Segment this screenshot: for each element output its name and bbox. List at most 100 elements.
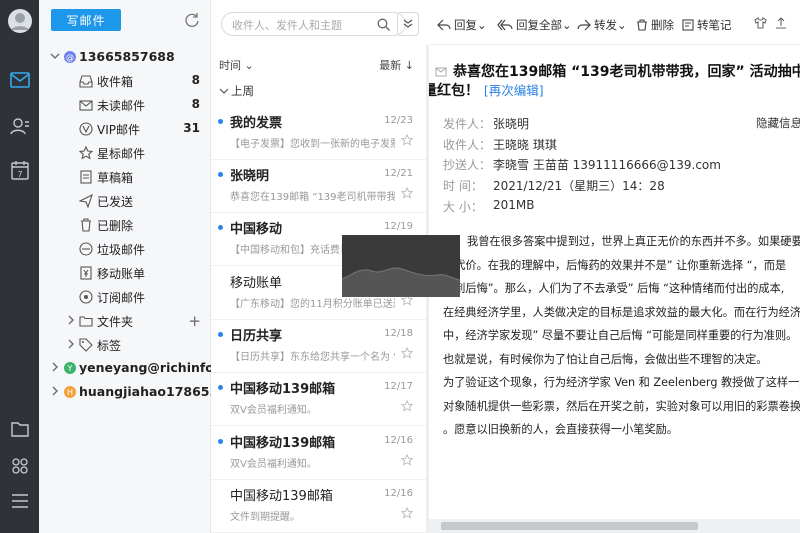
message-preview: 双V会员福利通知。 xyxy=(230,405,317,416)
menu-icon[interactable] xyxy=(0,490,39,512)
folder-label: 星标邮件 xyxy=(97,147,146,161)
reply-all-button[interactable]: 回复全部 ⌄ xyxy=(497,17,572,33)
message-date: 12/16 xyxy=(384,435,413,446)
account-label: yeneyang@richinfo... xyxy=(79,360,229,375)
star-icon[interactable] xyxy=(400,133,414,146)
account-badge-icon: @ xyxy=(64,51,76,63)
bill-icon xyxy=(79,266,93,280)
subscribe-icon xyxy=(79,290,93,304)
message-date: 12/18 xyxy=(384,328,413,339)
folder-label: 订阅邮件 xyxy=(97,291,146,305)
svg-text:7: 7 xyxy=(17,170,22,179)
folder-label: 标签 xyxy=(97,339,122,353)
spam-icon xyxy=(79,242,93,256)
star-icon[interactable] xyxy=(400,346,414,359)
forward-button[interactable]: 转发 ⌄ xyxy=(577,17,627,33)
star-icon xyxy=(78,145,94,160)
folder-vip[interactable]: VIP邮件 31 xyxy=(39,117,211,141)
message-sender: 张晓明 xyxy=(230,169,270,184)
forward-icon xyxy=(577,19,591,31)
compose-button[interactable]: 写邮件 xyxy=(51,9,121,31)
star-icon[interactable] xyxy=(400,399,414,412)
message-preview: 【广东移动】您的11月积分账单已送达 xyxy=(230,299,395,310)
draft-icon xyxy=(79,170,93,184)
mail-icon[interactable] xyxy=(0,68,39,92)
account-badge-icon: Y xyxy=(64,362,76,374)
folder-deleted[interactable]: 已删除 xyxy=(39,213,211,237)
search-icon[interactable] xyxy=(377,18,390,31)
folder-starred[interactable]: 星标邮件 xyxy=(39,141,211,165)
message-sender: 日历共享 xyxy=(230,329,283,344)
unread-dot-icon xyxy=(218,439,223,444)
message-row[interactable]: 中国移动139邮箱 12/17 双V会员福利通知。 xyxy=(211,373,426,426)
chevron-right-icon[interactable] xyxy=(65,338,77,350)
message-row[interactable]: 张晓明 12/21 恭喜您在139邮箱 “139老司机带带我 xyxy=(211,160,426,213)
double-chevron-down-icon xyxy=(403,19,413,28)
unread-icon xyxy=(79,98,93,112)
unread-dot-icon xyxy=(218,385,223,390)
upload-icon[interactable] xyxy=(775,17,790,29)
message-row[interactable]: 中国移动139邮箱 12/16 双V会员福利通知。 xyxy=(211,427,426,480)
unread-count: 8 xyxy=(191,73,200,87)
chevron-right-icon[interactable] xyxy=(49,385,61,397)
account-tertiary[interactable]: H huangjiahao17865... xyxy=(39,380,224,404)
refresh-icon[interactable] xyxy=(184,12,200,28)
reply-all-icon xyxy=(497,19,513,31)
folder-tags[interactable]: 标签 xyxy=(39,333,211,357)
folder-inbox[interactable]: 收件箱 8 xyxy=(39,69,211,93)
account-primary[interactable]: @ 13665857688 xyxy=(39,45,211,69)
body-line: 在经典经济学里，人类做决定的目标是追求效益的最大化。而在行为经济学 xyxy=(443,305,800,319)
sort-order[interactable]: 最新 ↓ xyxy=(379,57,414,73)
message-date: 12/19 xyxy=(384,221,413,232)
body-line: 也就是说，有时候你为了怕让自己后悔，会做出些不理智的决定。 xyxy=(443,352,768,366)
avatar-icon[interactable] xyxy=(0,8,39,34)
re-edit-link[interactable]: [再次编辑] xyxy=(484,83,544,98)
note-button[interactable]: 转笔记 xyxy=(682,17,732,33)
message-date: 12/17 xyxy=(384,381,413,392)
search-filter-button[interactable] xyxy=(397,12,419,36)
chevron-down-icon[interactable] xyxy=(49,50,61,62)
unread-count: 31 xyxy=(183,121,200,135)
apps-icon[interactable] xyxy=(0,455,39,477)
hide-info-link[interactable]: 隐藏信息 xyxy=(756,115,800,131)
message-row[interactable]: 我的发票 12/23 【电子发票】您收到一张新的电子发票。 xyxy=(211,107,426,160)
sort-by-time[interactable]: 时间 ⌄ xyxy=(219,57,254,73)
horizontal-scrollbar[interactable] xyxy=(429,519,800,533)
star-icon[interactable] xyxy=(400,453,414,466)
message-row[interactable]: 中国移动139邮箱 12/16 文件到期提醒。 xyxy=(211,480,426,533)
search-input[interactable]: 收件人、发件人和主题 xyxy=(221,12,406,36)
message-row[interactable]: 日历共享 12/18 【日历共享】东东给您共享一个名为 “活... xyxy=(211,320,426,373)
folder-unread[interactable]: 未读邮件 8 xyxy=(39,93,211,117)
chevron-right-icon[interactable] xyxy=(49,361,61,373)
folder-drafts[interactable]: 草稿箱 xyxy=(39,165,211,189)
message-preview: 【电子发票】您收到一张新的电子发票。 xyxy=(230,139,395,150)
trash-icon xyxy=(79,218,93,232)
delete-button[interactable]: 删除 xyxy=(636,17,674,33)
star-icon[interactable] xyxy=(400,186,414,199)
files-icon[interactable] xyxy=(0,418,39,440)
hover-preview-overlay xyxy=(341,235,461,297)
group-label: 上周 xyxy=(231,84,254,98)
folder-subscriptions[interactable]: 订阅邮件 xyxy=(39,285,211,309)
body-line: 的代价。在我的理解中，后悔药的效果并不是” 让你重新选择 “，而是 xyxy=(443,258,787,272)
folder-folders[interactable]: 文件夹 + xyxy=(39,309,211,333)
message-preview: 恭喜您在139邮箱 “139老司机带带我 xyxy=(230,192,395,203)
calendar-icon[interactable]: 7 xyxy=(0,158,39,182)
scrollbar-thumb[interactable] xyxy=(441,522,698,530)
folder-sent[interactable]: 已发送 xyxy=(39,189,211,213)
star-icon[interactable] xyxy=(400,506,414,519)
group-header[interactable]: 上周 xyxy=(211,78,426,102)
reader-toolbar: 回复 ⌄ 回复全部 ⌄ 转发 ⌄ 删除 转笔记 xyxy=(429,0,800,45)
chevron-right-icon[interactable] xyxy=(65,314,77,326)
account-secondary[interactable]: Y yeneyang@richinfo... xyxy=(39,356,228,380)
message-preview: 【日历共享】东东给您共享一个名为 “活... xyxy=(230,352,395,363)
shirt-icon[interactable] xyxy=(754,17,770,29)
mail-body: 我曾在很多答案中提到过，世界上真正无价的东西并不多。如果硬要 的代价。在我的理解… xyxy=(443,230,800,442)
folder-spam[interactable]: 垃圾邮件 xyxy=(39,237,211,261)
message-preview: 双V会员福利通知。 xyxy=(230,459,317,470)
contacts-icon[interactable] xyxy=(0,114,39,138)
body-line: 为了验证这个现象，行为经济学家 Ven 和 Zeelenberg 教授做了这样一… xyxy=(443,376,800,389)
folder-bills[interactable]: 移动账单 xyxy=(39,261,211,285)
reply-button[interactable]: 回复 ⌄ xyxy=(437,17,487,33)
add-folder-icon[interactable]: + xyxy=(188,312,201,330)
